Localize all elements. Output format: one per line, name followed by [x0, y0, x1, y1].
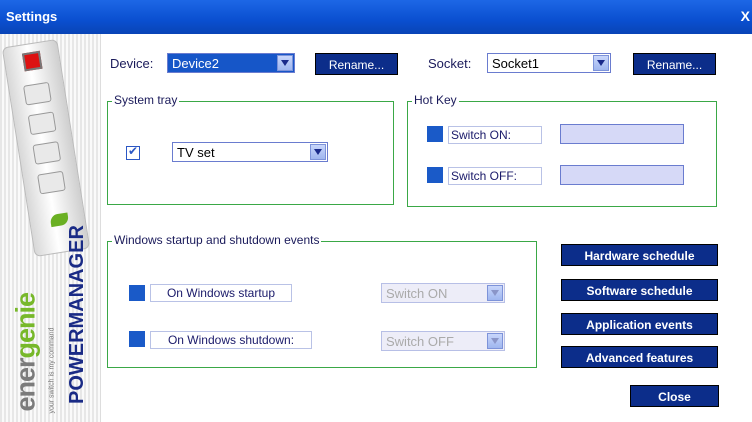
shutdown-label: On Windows shutdown: — [150, 331, 312, 349]
hot-key-title: Hot Key — [412, 93, 459, 107]
socket-select[interactable]: Socket1 — [487, 53, 611, 73]
brand-block: energenie your switch is my command — [6, 264, 56, 416]
system-tray-title: System tray — [112, 93, 180, 107]
device-label: Device: — [110, 56, 154, 71]
hardware-schedule-button[interactable]: Hardware schedule — [561, 244, 718, 266]
switch-off-label: Switch OFF: — [448, 167, 542, 185]
system-tray-select[interactable]: TV set — [172, 142, 328, 162]
device-select[interactable]: Device2 — [167, 53, 295, 73]
startup-label: On Windows startup — [150, 284, 292, 302]
socket-graphic — [27, 111, 57, 136]
title-bar: Settings X — [0, 0, 752, 34]
socket-graphic — [22, 81, 52, 106]
socket-label: Socket: — [428, 56, 472, 71]
system-tray-checkbox[interactable] — [126, 144, 140, 160]
socket-rename-button[interactable]: Rename... — [633, 53, 716, 75]
switch-off-checkbox[interactable] — [427, 167, 443, 183]
windows-events-title: Windows startup and shutdown events — [112, 233, 322, 247]
shutdown-checkbox[interactable] — [129, 331, 145, 347]
device-value: Device2 — [172, 56, 219, 71]
chevron-down-icon[interactable] — [487, 285, 503, 301]
energenie-logo: energenie — [10, 292, 41, 412]
branding-panel: energenie your switch is my command POWE… — [0, 34, 101, 422]
socket-graphic — [32, 141, 62, 165]
startup-action-value: Switch ON — [386, 286, 448, 301]
window-title: Settings — [6, 9, 58, 24]
advanced-features-button[interactable]: Advanced features — [561, 346, 718, 368]
switch-on-checkbox[interactable] — [427, 126, 443, 142]
chevron-down-icon[interactable] — [593, 55, 609, 71]
startup-action-select[interactable]: Switch ON — [381, 283, 505, 303]
chevron-down-icon[interactable] — [277, 55, 293, 71]
close-button[interactable]: Close — [630, 385, 719, 407]
brand-tagline: your switch is my command — [48, 327, 56, 414]
switch-on-hotkey-field[interactable] — [560, 124, 684, 144]
switch-on-label: Switch ON: — [448, 126, 542, 144]
shutdown-action-value: Switch OFF — [386, 334, 454, 349]
application-events-button[interactable]: Application events — [561, 313, 718, 335]
socket-value: Socket1 — [492, 56, 539, 71]
hot-key-group: Hot Key — [407, 93, 717, 207]
chevron-down-icon[interactable] — [310, 144, 326, 160]
system-tray-value: TV set — [177, 145, 215, 160]
device-rename-button[interactable]: Rename... — [315, 53, 398, 75]
software-schedule-button[interactable]: Software schedule — [561, 279, 718, 301]
shutdown-action-select[interactable]: Switch OFF — [381, 331, 505, 351]
close-icon[interactable]: X — [741, 8, 750, 24]
power-switch-graphic — [21, 50, 43, 72]
chevron-down-icon[interactable] — [487, 333, 503, 349]
socket-graphic — [37, 170, 66, 195]
product-name: POWERMANAGER — [66, 225, 88, 404]
switch-off-hotkey-field[interactable] — [560, 165, 684, 185]
startup-checkbox[interactable] — [129, 285, 145, 301]
